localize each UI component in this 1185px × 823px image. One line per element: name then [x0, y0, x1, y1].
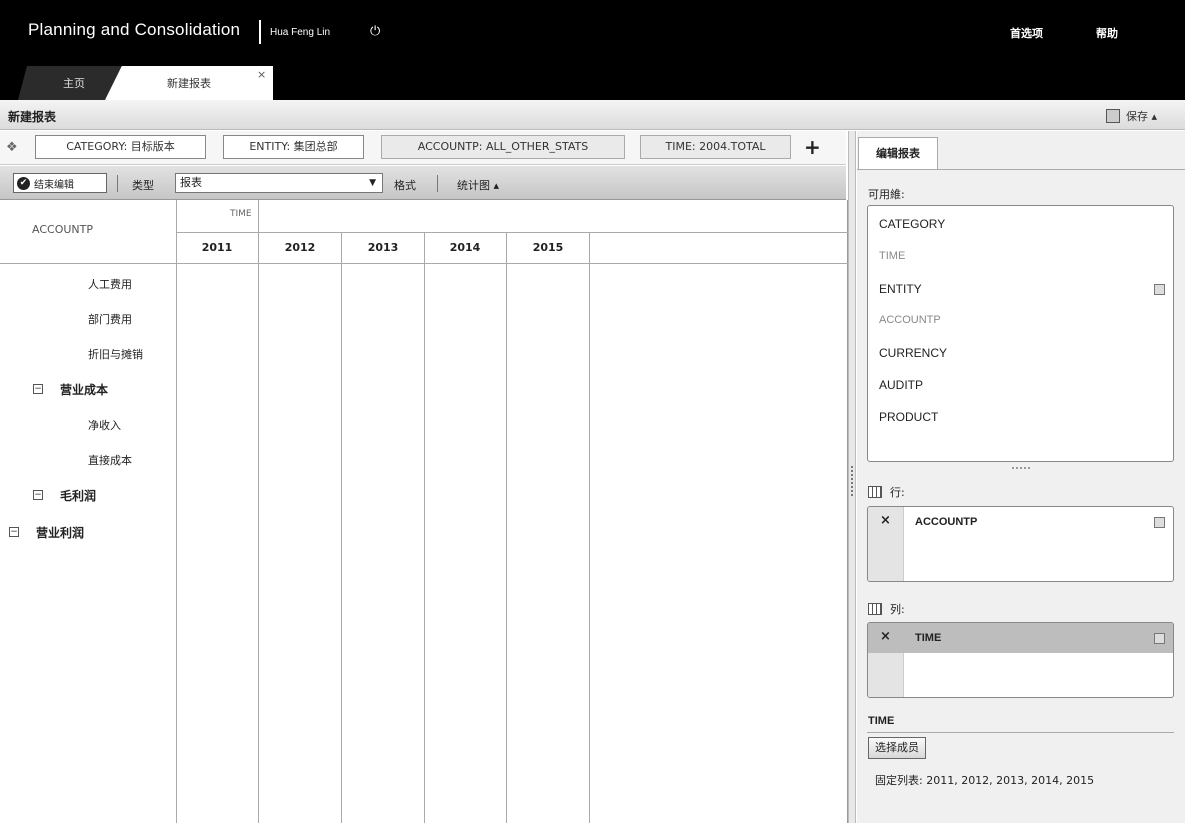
- check-icon: ✔: [17, 176, 30, 190]
- filter-icon[interactable]: [1154, 633, 1165, 644]
- grid-line: [176, 200, 177, 823]
- panel-splitter[interactable]: [848, 131, 856, 823]
- resize-handle-icon[interactable]: [1012, 467, 1030, 469]
- rows-label: 行:: [890, 486, 905, 499]
- power-icon[interactable]: ⏻: [370, 24, 380, 39]
- column-header-2015[interactable]: 2015: [507, 241, 589, 254]
- row-header[interactable]: 营业利润: [36, 524, 84, 541]
- tab-edit-report[interactable]: 编辑报表: [858, 137, 938, 169]
- row-header[interactable]: 毛利润: [60, 487, 96, 504]
- save-label: 保存 ▴: [1125, 110, 1157, 123]
- save-icon: [1105, 109, 1120, 123]
- save-button[interactable]: 保存 ▴: [1105, 108, 1157, 124]
- help-link[interactable]: 帮助: [1096, 25, 1118, 41]
- tab-underline: [857, 169, 1185, 170]
- grid-line: [0, 263, 848, 264]
- filter-chip-category[interactable]: CATEGORY: 目标版本: [35, 135, 206, 159]
- close-icon[interactable]: ×: [257, 68, 266, 81]
- grid-line: [424, 232, 425, 823]
- columns-section-label: 列:: [868, 601, 905, 617]
- chevron-down-icon: ▼: [369, 178, 376, 188]
- app-title: Planning and Consolidation: [28, 20, 241, 39]
- app-window: Planning and Consolidation Hua Feng Lin …: [0, 0, 1185, 823]
- rows-section-label: 行:: [868, 484, 905, 500]
- user-name: Hua Feng Lin: [270, 27, 331, 38]
- filter-icon[interactable]: [1154, 284, 1165, 295]
- row-header[interactable]: 折旧与摊销: [88, 346, 143, 362]
- column-axis-item[interactable]: × TIME: [868, 623, 1173, 653]
- chart-button[interactable]: 统计图 ▴: [457, 177, 499, 193]
- dimension-item[interactable]: CATEGORY: [879, 217, 945, 231]
- filter-chip-time[interactable]: TIME: 2004.TOTAL: [640, 135, 791, 159]
- grid-line: [258, 200, 259, 232]
- fixed-member-list: 固定列表: 2011, 2012, 2013, 2014, 2015: [875, 774, 1095, 787]
- type-label: 类型: [132, 179, 154, 192]
- context-bar: ❖ CATEGORY: 目标版本 ENTITY: 集团总部 ACCOUNTP: …: [0, 131, 846, 165]
- tab-new-report[interactable]: 新建报表: [105, 66, 273, 100]
- row-header[interactable]: 营业成本: [60, 381, 108, 398]
- column-header-2011[interactable]: 2011: [176, 241, 258, 254]
- row-axis-item[interactable]: × ACCOUNTP: [868, 507, 1173, 537]
- columns-label: 列:: [890, 603, 905, 616]
- column-dimension-header[interactable]: TIME: [230, 209, 252, 219]
- page-title: 新建报表: [8, 110, 57, 124]
- tab-new-report-label: 新建报表: [167, 77, 211, 90]
- row-header[interactable]: 人工费用: [88, 276, 132, 292]
- end-edit-label: 结束编辑: [34, 179, 74, 191]
- filter-chip-accountp[interactable]: ACCOUNTP: ALL_OTHER_STATS: [381, 135, 625, 159]
- row-header[interactable]: 直接成本: [88, 452, 132, 468]
- row-dimension-header[interactable]: ACCOUNTP: [32, 223, 93, 236]
- available-dimensions-list: CATEGORY TIME ENTITY ACCOUNTP CURRENCY A…: [867, 205, 1174, 462]
- grid-line: [589, 232, 590, 823]
- row-header[interactable]: 部门费用: [88, 311, 132, 327]
- page-title-bar: 新建报表 保存 ▴: [0, 100, 1185, 130]
- collapse-icon[interactable]: −: [33, 490, 43, 500]
- row-header[interactable]: 净收入: [88, 417, 121, 433]
- column-header-2014[interactable]: 2014: [424, 241, 506, 254]
- add-filter-icon[interactable]: +: [804, 135, 821, 159]
- grid-line: [176, 232, 848, 233]
- grid-line: [506, 232, 507, 823]
- axis-item-label: TIME: [915, 632, 942, 644]
- filter-chip-entity[interactable]: ENTITY: 集团总部: [223, 135, 364, 159]
- member-section-title: TIME: [868, 715, 895, 727]
- collapse-icon[interactable]: −: [9, 527, 19, 537]
- rows-drop-zone[interactable]: × ACCOUNTP: [867, 506, 1174, 582]
- type-value: 报表: [180, 176, 202, 189]
- grid-line: [258, 232, 259, 823]
- columns-drop-zone[interactable]: × TIME: [867, 622, 1174, 698]
- remove-icon[interactable]: ×: [880, 513, 891, 528]
- preferences-link[interactable]: 首选项: [1010, 25, 1043, 41]
- rows-icon: [868, 486, 882, 498]
- axis-item-label: ACCOUNTP: [915, 516, 978, 528]
- dimension-item[interactable]: ENTITY: [879, 282, 922, 296]
- column-header-2012[interactable]: 2012: [259, 241, 341, 254]
- end-edit-button[interactable]: ✔ 结束编辑: [13, 173, 107, 193]
- format-button[interactable]: 格式: [394, 177, 416, 193]
- type-select[interactable]: 报表 ▼: [175, 173, 383, 193]
- context-icon: ❖: [6, 140, 18, 155]
- top-header: Planning and Consolidation Hua Feng Lin …: [0, 0, 1185, 100]
- drag-handle-icon: [851, 466, 853, 496]
- collapse-icon[interactable]: −: [33, 384, 43, 394]
- report-design-panel: 编辑报表 可用維: CATEGORY TIME ENTITY ACCOUNTP …: [857, 131, 1185, 823]
- title-divider: [259, 20, 261, 44]
- dimension-item[interactable]: PRODUCT: [879, 410, 938, 424]
- dimension-item[interactable]: CURRENCY: [879, 346, 947, 360]
- column-header-2013[interactable]: 2013: [342, 241, 424, 254]
- toolbar-divider: [117, 175, 118, 192]
- select-members-button[interactable]: 选择成员: [868, 737, 926, 759]
- toolbar-divider: [437, 175, 438, 192]
- grid-line: [341, 232, 342, 823]
- dimension-item[interactable]: AUDITP: [879, 378, 923, 392]
- section-divider: [867, 732, 1174, 733]
- remove-icon[interactable]: ×: [880, 629, 891, 644]
- report-toolbar: ✔ 结束编辑 类型 报表 ▼ 格式 统计图 ▴: [0, 166, 846, 200]
- dimension-item: ACCOUNTP: [879, 314, 941, 326]
- columns-icon: [868, 603, 882, 615]
- available-dimensions-label: 可用維:: [868, 188, 905, 201]
- filter-icon[interactable]: [1154, 517, 1165, 528]
- dimension-item: TIME: [879, 250, 906, 262]
